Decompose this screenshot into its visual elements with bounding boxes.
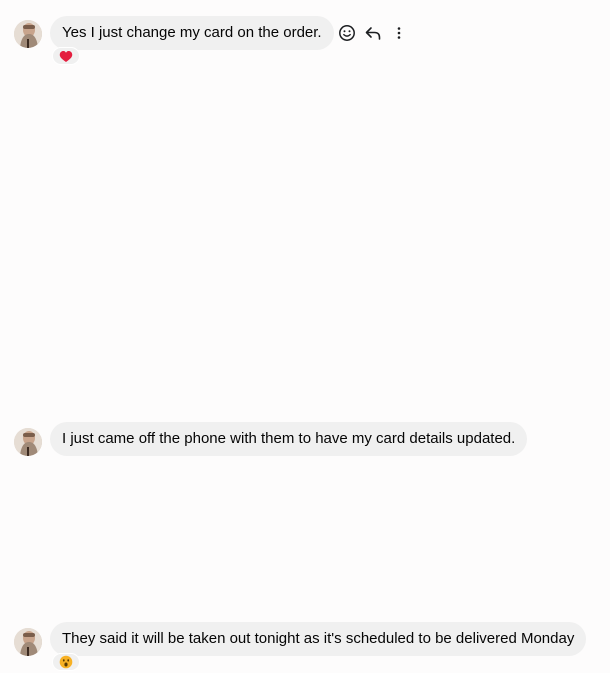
message-text: Yes I just change my card on the order. <box>62 24 322 41</box>
avatar[interactable] <box>14 628 42 656</box>
message-text: They said it will be taken out tonight a… <box>62 630 575 647</box>
heart-icon <box>59 50 73 62</box>
wow-icon <box>59 655 73 669</box>
avatar-image <box>14 628 42 656</box>
message-actions <box>337 23 409 43</box>
avatar[interactable] <box>14 428 42 456</box>
heart-reaction[interactable] <box>52 47 80 65</box>
react-icon[interactable] <box>337 23 357 43</box>
message-bubble[interactable]: They said it will be taken out tonight a… <box>50 622 587 656</box>
avatar-image <box>14 428 42 456</box>
message-thread: Yes I just change my card on the order. <box>0 0 610 673</box>
more-icon[interactable] <box>389 23 409 43</box>
avatar-image <box>14 20 42 48</box>
message-bubble[interactable]: Yes I just change my card on the order. <box>50 16 334 50</box>
message-text: I just came off the phone with them to h… <box>62 430 516 447</box>
reply-icon[interactable] <box>363 23 383 43</box>
message-bubble[interactable]: I just came off the phone with them to h… <box>50 422 528 456</box>
avatar[interactable] <box>14 20 42 48</box>
wow-reaction[interactable] <box>52 653 80 671</box>
